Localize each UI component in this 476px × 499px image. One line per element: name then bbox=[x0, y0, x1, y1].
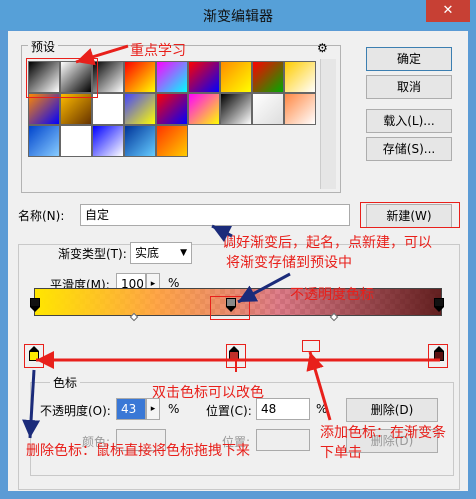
save-button[interactable]: 存储(S)... bbox=[366, 137, 452, 161]
preset-swatch[interactable] bbox=[156, 125, 188, 157]
preset-swatch[interactable] bbox=[220, 93, 252, 125]
add-stop-highlight-box bbox=[302, 340, 320, 352]
left-stop-highlight-box bbox=[24, 344, 44, 368]
gradient-type-select[interactable]: 实底 ▼ bbox=[130, 242, 192, 264]
opacity-stop-highlight-box bbox=[210, 296, 250, 320]
preset-swatch[interactable] bbox=[124, 125, 156, 157]
preset-swatch[interactable] bbox=[284, 61, 316, 93]
preset-swatch[interactable] bbox=[252, 93, 284, 125]
preset-swatch[interactable] bbox=[92, 125, 124, 157]
name-input[interactable]: 自定 bbox=[80, 204, 350, 226]
gradient-editor-window: 渐变编辑器 ✕ 预设 ⚙ 确定 取消 载入(L)... 存储(S)... 名称(… bbox=[0, 0, 476, 499]
preset-swatch[interactable] bbox=[124, 93, 156, 125]
annotation-save-preset-1: 调好渐变后，起名，点新建，可以 bbox=[222, 235, 432, 251]
preset-swatch[interactable] bbox=[124, 61, 156, 93]
annotation-add-stop-2: 下单击 bbox=[320, 445, 362, 461]
annotation-save-preset-2: 将渐变存储到预设中 bbox=[226, 255, 352, 271]
opacity-percent: % bbox=[168, 402, 180, 416]
new-button-highlight-box bbox=[360, 202, 460, 228]
preset-swatch[interactable] bbox=[60, 125, 92, 157]
annotation-double-click: 双击色标可以改色 bbox=[152, 385, 264, 401]
preset-swatch[interactable] bbox=[252, 61, 284, 93]
preset-swatch[interactable] bbox=[28, 125, 60, 157]
title-bar: 渐变编辑器 ✕ bbox=[0, 0, 476, 30]
close-button[interactable]: ✕ bbox=[426, 0, 470, 22]
annotation-add-stop-1: 添加色标：在渐变条 bbox=[320, 425, 446, 441]
location-input[interactable]: 48 bbox=[256, 398, 310, 420]
cancel-button[interactable]: 取消 bbox=[366, 75, 452, 99]
presets-legend: 预设 bbox=[28, 38, 59, 55]
opacity-label: 不透明度(O): bbox=[40, 404, 111, 418]
right-stop-highlight-box bbox=[428, 344, 448, 368]
opacity-stop-left[interactable] bbox=[30, 298, 40, 312]
annotation-opacity-stop: 不透明度色标 bbox=[290, 287, 374, 303]
preset-swatch[interactable] bbox=[188, 61, 220, 93]
delete-stop-button[interactable]: 删除(D) bbox=[346, 398, 438, 422]
stops-legend: 色标 bbox=[50, 374, 81, 391]
gear-icon[interactable]: ⚙ bbox=[317, 41, 331, 55]
location-percent: % bbox=[316, 402, 328, 416]
chevron-down-icon: ▼ bbox=[180, 248, 187, 258]
annotation-learn: 重点学习 bbox=[130, 43, 186, 59]
opacity-input[interactable]: 43 bbox=[116, 398, 146, 420]
presets-scrollbar[interactable] bbox=[320, 59, 336, 189]
preset-swatch[interactable] bbox=[156, 61, 188, 93]
gradient-type-value: 实底 bbox=[135, 246, 160, 260]
gradient-type-label: 渐变类型(T): bbox=[58, 247, 127, 261]
color-location-input[interactable] bbox=[256, 429, 310, 451]
name-label: 名称(N): bbox=[18, 209, 65, 223]
window-title: 渐变编辑器 bbox=[203, 9, 273, 25]
preset-swatch[interactable] bbox=[156, 93, 188, 125]
presets-highlight-box bbox=[26, 58, 98, 98]
preset-swatch[interactable] bbox=[220, 61, 252, 93]
load-button[interactable]: 载入(L)... bbox=[366, 109, 452, 133]
middle-stop-highlight-box bbox=[226, 344, 246, 368]
opacity-stop-right[interactable] bbox=[434, 298, 444, 312]
preset-swatch[interactable] bbox=[188, 93, 220, 125]
ok-button[interactable]: 确定 bbox=[366, 47, 452, 71]
preset-swatch[interactable] bbox=[284, 93, 316, 125]
annotation-delete-stop: 删除色标：鼠标直接将色标拖拽下来 bbox=[26, 443, 250, 459]
location-label: 位置(C): bbox=[206, 404, 252, 418]
